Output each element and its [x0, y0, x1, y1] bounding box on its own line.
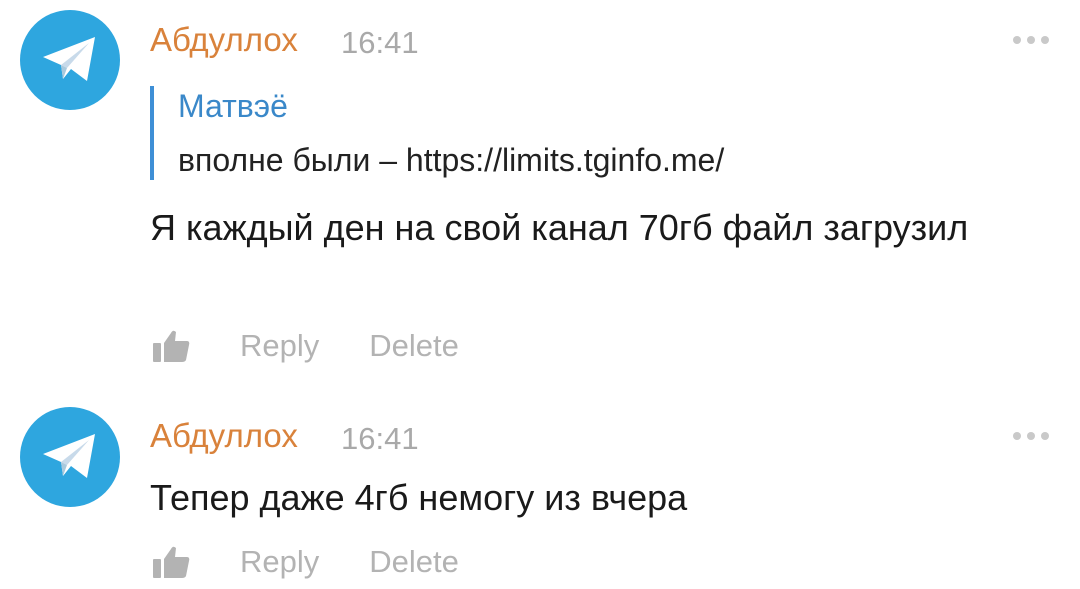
- telegram-plane-icon: [43, 37, 95, 81]
- comment-item: Абдуллох 16:41 Матвэё вполне были – http…: [0, 0, 1080, 380]
- comment-author[interactable]: Абдуллох: [150, 416, 298, 456]
- comment-time: 16:41: [341, 421, 419, 456]
- comment-text: Я каждый ден на свой канал 70гб файл заг…: [150, 207, 969, 248]
- comment-item: Абдуллох 16:41 Тепер даже 4гб немогу из …: [0, 395, 1080, 589]
- quote-text: вполне были – https://limits.tginfo.me/: [178, 142, 725, 178]
- quote-author: Матвэё: [178, 88, 288, 124]
- delete-button[interactable]: Delete: [369, 326, 459, 366]
- reply-button[interactable]: Reply: [240, 542, 319, 582]
- avatar[interactable]: [20, 10, 120, 110]
- more-dots-icon[interactable]: [1013, 432, 1049, 440]
- reply-quote[interactable]: Матвэё вполне были – https://limits.tgin…: [150, 86, 724, 180]
- comment-text: Тепер даже 4гб немогу из вчера: [150, 477, 688, 518]
- comment-actions: Reply Delete: [150, 542, 459, 582]
- more-dots-icon[interactable]: [1013, 36, 1049, 44]
- avatar[interactable]: [20, 407, 120, 507]
- comment-actions: Reply Delete: [150, 326, 459, 366]
- comment-author[interactable]: Абдуллох: [150, 20, 298, 60]
- telegram-plane-icon: [43, 434, 95, 478]
- delete-button[interactable]: Delete: [369, 542, 459, 582]
- thumbs-up-icon[interactable]: [150, 326, 192, 366]
- comment-time: 16:41: [341, 25, 419, 60]
- thumbs-up-icon[interactable]: [150, 542, 192, 582]
- reply-button[interactable]: Reply: [240, 326, 319, 366]
